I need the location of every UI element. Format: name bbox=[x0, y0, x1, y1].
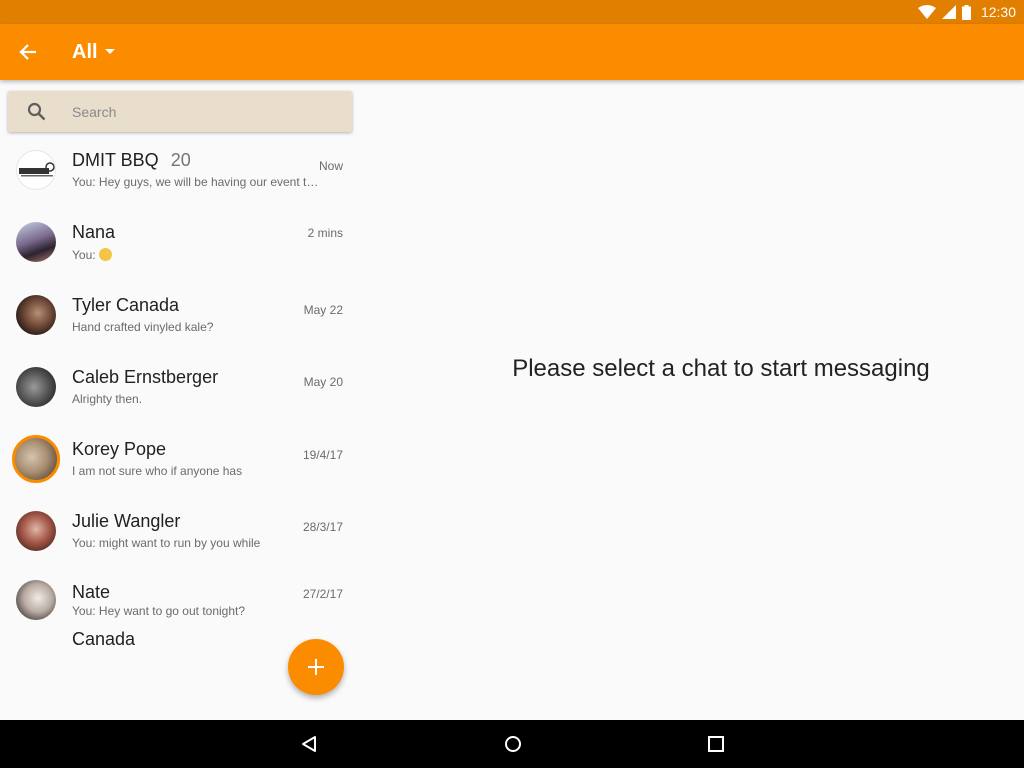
nav-recents-button[interactable] bbox=[700, 728, 732, 760]
chat-preview: You: Hey want to go out tonight? bbox=[72, 604, 246, 618]
chat-preview: You: bbox=[72, 248, 322, 262]
chat-name: Caleb Ernstberger bbox=[72, 367, 219, 387]
search-box[interactable] bbox=[8, 91, 352, 132]
caret-down-icon bbox=[104, 49, 115, 54]
filter-dropdown[interactable]: All bbox=[72, 24, 116, 80]
nav-home-icon bbox=[505, 736, 521, 752]
chat-time: 28/3/17 bbox=[302, 520, 343, 534]
search-icon bbox=[27, 102, 45, 121]
chat-list-panel: DMIT BBQ20 You: Hey guys, we will be hav… bbox=[0, 80, 360, 720]
avatar bbox=[16, 511, 56, 551]
chat-item-nana[interactable]: Nana You: 2 mins bbox=[0, 214, 360, 286]
chat-time: May 22 bbox=[303, 303, 343, 317]
arrow-left-icon bbox=[19, 44, 36, 60]
filter-label: All bbox=[72, 40, 98, 63]
avatar bbox=[16, 580, 56, 620]
chat-time: May 20 bbox=[303, 375, 343, 389]
chat-name: Julie Wangler bbox=[72, 511, 181, 531]
nav-home-button[interactable] bbox=[497, 728, 529, 760]
nav-back-icon bbox=[302, 736, 316, 752]
back-button[interactable] bbox=[12, 36, 44, 68]
new-chat-button[interactable] bbox=[288, 639, 344, 695]
battery-icon bbox=[961, 4, 971, 20]
chat-preview: You: Hey guys, we will be having our eve… bbox=[72, 175, 322, 189]
chat-item-dmit-bbq[interactable]: DMIT BBQ 20 You: Hey guys, we will be hav… bbox=[0, 142, 360, 214]
avatar-active bbox=[12, 435, 60, 483]
chat-item-julie-wangler[interactable]: Julie Wangler You: might want to run by … bbox=[0, 502, 360, 574]
status-time: 12:30 bbox=[980, 4, 1016, 20]
search-input[interactable] bbox=[72, 103, 332, 120]
chat-name: Nana bbox=[72, 222, 116, 242]
status-bar: 12:30 bbox=[0, 0, 1024, 24]
chat-time: 27/2/17 bbox=[302, 587, 343, 601]
empty-state-message: Please select a chat to start messaging bbox=[512, 355, 930, 382]
chat-name: Tyler Canada bbox=[72, 295, 180, 315]
unread-count: 20 bbox=[170, 150, 191, 170]
avatar bbox=[16, 295, 56, 335]
avatar bbox=[16, 222, 56, 262]
chat-item-caleb-ernstberger[interactable]: Caleb Ernstberger Alrighty then. May 20 bbox=[0, 358, 360, 430]
nav-recents-icon bbox=[708, 736, 724, 752]
avatar bbox=[16, 367, 56, 407]
group-logo-icon bbox=[19, 162, 55, 177]
conversation-panel: Please select a chat to start messaging bbox=[360, 80, 1024, 720]
chat-preview: I am not sure who if anyone has bbox=[72, 464, 243, 478]
chat-preview: Hand crafted vinyled kale? bbox=[72, 320, 214, 334]
plus-icon bbox=[308, 659, 324, 675]
nav-back-button[interactable] bbox=[293, 728, 325, 760]
chat-time: Now bbox=[318, 159, 343, 173]
chat-name: DMIT BBQ 20 bbox=[72, 150, 191, 170]
status-icons: 12:30 bbox=[917, 0, 1016, 24]
chat-name: Canada bbox=[72, 629, 136, 649]
search-icon-wrap[interactable] bbox=[8, 91, 64, 132]
chat-preview: You: might want to run by you while bbox=[72, 536, 261, 550]
avatar bbox=[16, 150, 56, 190]
smile-emoji-icon bbox=[98, 248, 112, 261]
wifi-icon bbox=[917, 5, 936, 19]
chat-preview: Alrighty then. bbox=[72, 392, 143, 406]
chat-name: Nate bbox=[72, 582, 111, 602]
cell-signal-icon bbox=[941, 5, 956, 19]
system-nav-bar bbox=[0, 720, 1024, 768]
chat-item-tyler-canada[interactable]: Tyler Canada Hand crafted vinyled kale? … bbox=[0, 286, 360, 358]
chat-time: 19/4/17 bbox=[302, 448, 343, 462]
chat-name: Korey Pope bbox=[72, 439, 167, 459]
chat-item-korey-pope[interactable]: Korey Pope I am not sure who if anyone h… bbox=[0, 430, 360, 502]
app-bar: All bbox=[0, 24, 1024, 80]
chat-time: 2 mins bbox=[307, 226, 343, 240]
